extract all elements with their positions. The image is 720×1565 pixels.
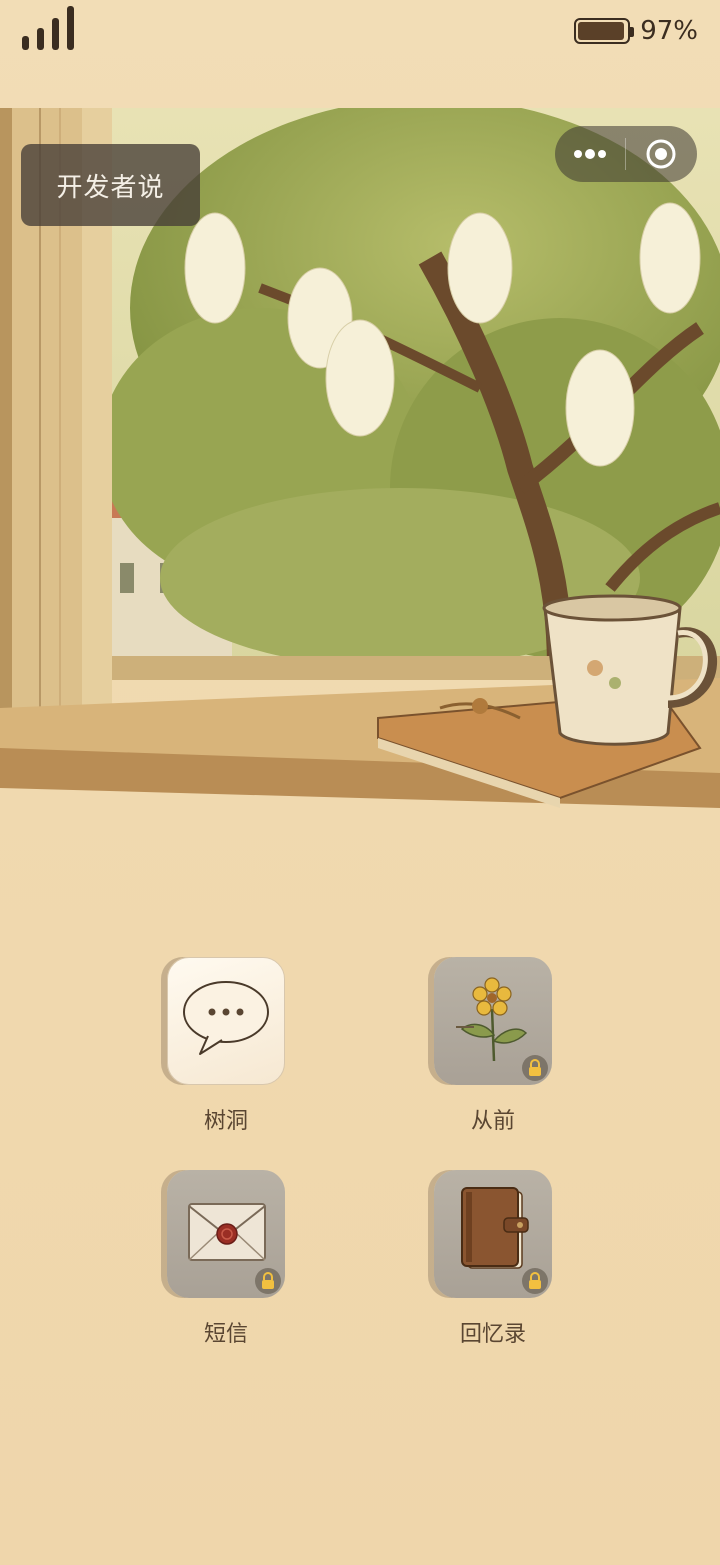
app-label: 树洞 (203, 1109, 248, 1134)
target-close-icon (646, 139, 676, 169)
once-upon-tile[interactable] (434, 957, 552, 1085)
app-label: 从前 (470, 1109, 515, 1134)
app-once-upon[interactable]: 从前 (413, 957, 573, 1135)
developer-notes-button[interactable]: 开发者说 (21, 144, 200, 226)
close-button[interactable] (626, 126, 696, 182)
more-button[interactable] (555, 126, 625, 182)
messages-tile[interactable] (167, 1170, 285, 1298)
app-label: 回忆录 (459, 1322, 526, 1347)
speech-bubble-icon (183, 981, 269, 1055)
battery-icon (574, 18, 635, 44)
battery-indicator: 97% (574, 14, 698, 48)
lock-icon (522, 1268, 548, 1294)
app-messages[interactable]: 短信 (146, 1170, 306, 1348)
status-bar: 97% (0, 0, 720, 70)
tree-hole-tile[interactable] (167, 957, 285, 1085)
developer-notes-label: 开发者说 (56, 172, 165, 203)
lock-icon (522, 1055, 548, 1081)
lock-icon (255, 1268, 281, 1294)
more-dots-icon (574, 149, 606, 159)
signal-icon (22, 6, 74, 50)
app-memoir[interactable]: 回忆录 (413, 1170, 573, 1348)
app-label: 短信 (203, 1322, 248, 1347)
app-tree-hole[interactable]: 树洞 (146, 957, 306, 1135)
miniprogram-capsule (555, 126, 697, 182)
memoir-tile[interactable] (434, 1170, 552, 1298)
battery-percent: 97% (640, 16, 698, 46)
